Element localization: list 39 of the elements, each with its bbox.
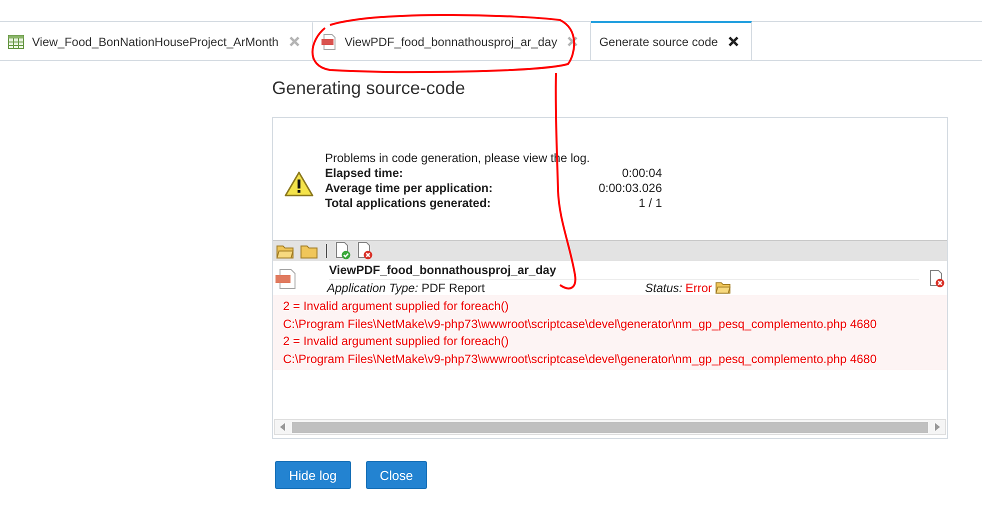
error-line: C:\Program Files\NetMake\v9-php73\wwwroot\scriptcase\devel\generator\nm_gp_pesq_complemento.php 4680 [283,316,878,332]
tab[interactable]: ViewPDF_food_bonnathousproj_ar_day [312,21,592,60]
error-line: 2 = Invalid argument supplied for foreach() [283,298,510,315]
stat-label: Total applications generated: [325,196,491,211]
page-heading: Generating source-code [272,78,466,99]
document-error-icon[interactable] [357,242,373,260]
error-line: 2 = Invalid argument supplied for foreach() [283,333,510,350]
stat-value: 0:00:03.026 [598,181,662,196]
tab-label: ViewPDF_food_bonnathousproj_ar_day [344,34,558,48]
stat-label: Average time per application: [325,181,493,196]
status-label: Status: [645,280,682,296]
tab-label: Generate source code [599,34,718,48]
tab[interactable]: View_Food_BonNationHouseProject_ArMonth [0,21,313,60]
stat-value: 1 / 1 [638,196,662,211]
error-line: C:\Program Files\NetMake\v9-php73\wwwroot\scriptcase\devel\generator\nm_gp_pesq_complemento.php 4680 [283,350,878,368]
type-label: Application Type: [327,280,418,294]
pdf-icon [275,269,297,289]
folder-icon[interactable] [715,281,732,294]
type-value: PDF Report [422,280,485,294]
scroll-right-icon[interactable] [934,423,940,431]
pdf-icon [320,34,337,50]
horizontal-scrollbar[interactable] [274,419,946,435]
scroll-left-icon[interactable] [280,423,286,431]
stat-label: Elapsed time: [325,166,404,181]
status-value: Error [685,280,712,296]
tab[interactable]: Generate source code [591,21,752,60]
close-icon[interactable] [728,36,739,47]
hide-log-button[interactable]: Hide log [275,461,351,489]
application-name: ViewPDF_food_bonnathousproj_ar_day [329,262,919,280]
tab-label: View_Food_BonNationHouseProject_ArMonth [32,34,279,48]
document-error-icon[interactable] [929,270,945,288]
warning-icon [284,171,314,197]
folder-icon[interactable] [276,244,294,258]
folder-icon[interactable] [300,244,318,258]
stat-value: 0:00:04 [622,166,662,181]
document-check-icon[interactable] [335,242,351,260]
scrollbar-thumb[interactable] [292,422,928,432]
close-button[interactable]: Close [366,461,427,489]
spreadsheet-icon [8,34,24,48]
